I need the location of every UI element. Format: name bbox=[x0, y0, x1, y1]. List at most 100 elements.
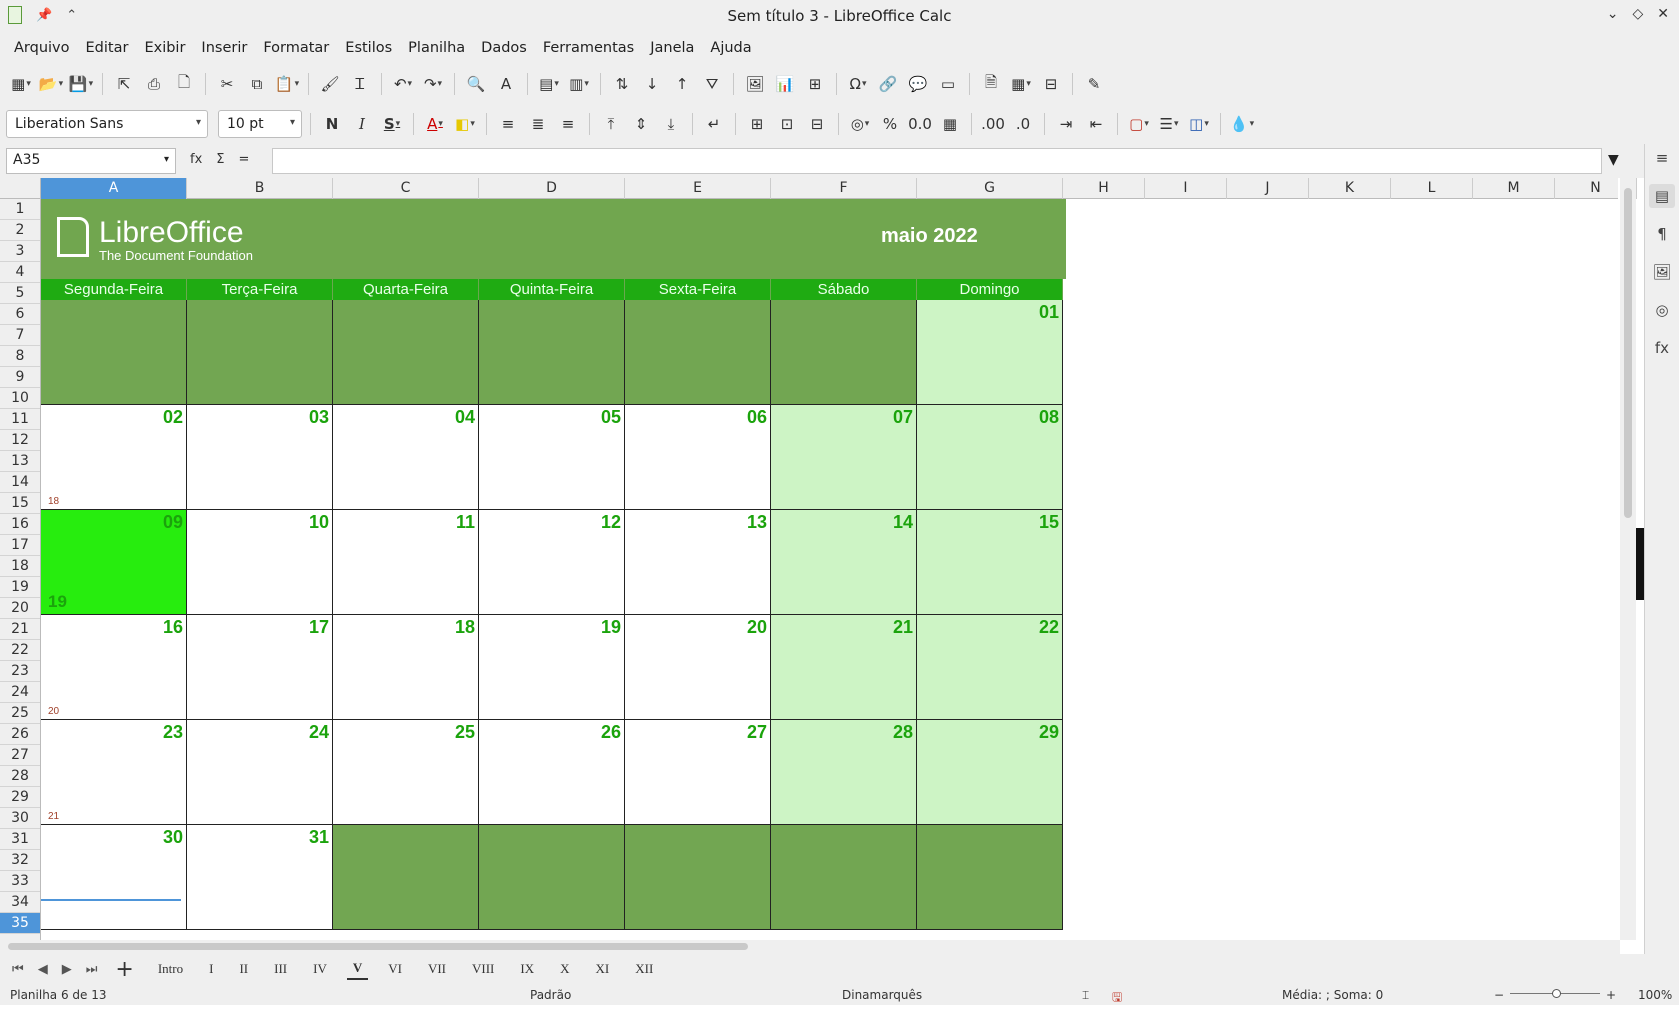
row-header-31[interactable]: 31 bbox=[0, 829, 40, 850]
insert-image-icon[interactable]: 🖼 bbox=[742, 71, 768, 97]
calendar-day-cell[interactable]: 03 bbox=[187, 405, 333, 510]
calendar-day-cell[interactable]: 20 bbox=[625, 615, 771, 720]
save-icon[interactable]: 💾 bbox=[68, 71, 94, 97]
row-header-26[interactable]: 26 bbox=[0, 724, 40, 745]
find-replace-icon[interactable]: 🔍 bbox=[463, 71, 489, 97]
sheet-tab[interactable]: V bbox=[346, 958, 369, 980]
last-sheet-icon[interactable]: ⏭ bbox=[86, 962, 98, 977]
sheet-tab[interactable]: IV bbox=[307, 959, 333, 979]
cut-icon[interactable]: ✂ bbox=[214, 71, 240, 97]
increase-indent-icon[interactable]: ⇥ bbox=[1053, 111, 1079, 137]
column-header-e[interactable]: E bbox=[625, 178, 771, 199]
formula-input[interactable] bbox=[272, 148, 1602, 174]
row-header-19[interactable]: 19 bbox=[0, 577, 40, 598]
close-icon[interactable]: ✕ bbox=[1657, 6, 1669, 22]
unmerge-cells-icon[interactable]: ⊟ bbox=[804, 111, 830, 137]
spelling-icon[interactable]: A bbox=[493, 71, 519, 97]
sheet-tab[interactable]: XII bbox=[629, 959, 659, 979]
redo-icon[interactable]: ↷ bbox=[420, 71, 446, 97]
column-header-j[interactable]: J bbox=[1227, 178, 1309, 199]
menu-planilha[interactable]: Planilha bbox=[400, 40, 473, 56]
name-box[interactable]: A35 ▾ bbox=[6, 148, 176, 174]
row-header-3[interactable]: 3 bbox=[0, 241, 40, 262]
styles-icon[interactable]: ¶ bbox=[1649, 222, 1675, 246]
scroll-thumb[interactable] bbox=[1624, 188, 1632, 518]
properties-icon[interactable]: ▤ bbox=[1649, 184, 1675, 208]
spreadsheet-grid[interactable]: LibreOffice The Document Foundation maio… bbox=[41, 199, 1618, 940]
calendar-day-cell[interactable]: 08 bbox=[917, 405, 1063, 510]
sheet-tab[interactable]: IX bbox=[514, 959, 540, 979]
menu-ferramentas[interactable]: Ferramentas bbox=[535, 40, 642, 56]
calendar-day-cell[interactable]: 04 bbox=[333, 405, 479, 510]
borders-icon[interactable]: ▢ bbox=[1126, 111, 1152, 137]
copy-icon[interactable]: ⧉ bbox=[244, 71, 270, 97]
select-all-corner[interactable] bbox=[0, 178, 41, 199]
calendar-day-cell[interactable]: 15 bbox=[917, 510, 1063, 615]
sheet-tab[interactable]: VIII bbox=[466, 959, 500, 979]
row-header-23[interactable]: 23 bbox=[0, 661, 40, 682]
add-sheet-icon[interactable]: + bbox=[115, 957, 133, 982]
row-header-21[interactable]: 21 bbox=[0, 619, 40, 640]
show-draw-functions-icon[interactable]: ✎ bbox=[1081, 71, 1107, 97]
column-header-c[interactable]: C bbox=[333, 178, 479, 199]
sheet-tab[interactable]: II bbox=[233, 959, 254, 979]
calendar-empty-cell[interactable] bbox=[187, 300, 333, 405]
menu-editar[interactable]: Editar bbox=[78, 40, 137, 56]
calendar-day-cell[interactable]: 24 bbox=[187, 720, 333, 825]
column-header-f[interactable]: F bbox=[771, 178, 917, 199]
calendar-day-cell[interactable]: 23 21 bbox=[41, 720, 187, 825]
calendar-day-cell[interactable]: 14 bbox=[771, 510, 917, 615]
calendar-empty-cell[interactable] bbox=[625, 300, 771, 405]
sheet-tab[interactable]: VII bbox=[422, 959, 452, 979]
calendar-empty-cell[interactable] bbox=[479, 300, 625, 405]
calendar-day-cell[interactable]: 11 bbox=[333, 510, 479, 615]
column-header-m[interactable]: M bbox=[1473, 178, 1555, 199]
gallery-icon[interactable]: 🖼 bbox=[1649, 260, 1675, 284]
sidebar-collapse-handle[interactable] bbox=[1636, 528, 1644, 600]
print-icon[interactable]: ⎙ bbox=[141, 71, 167, 97]
merge-cells-icon[interactable]: ⊡ bbox=[774, 111, 800, 137]
calendar-day-cell[interactable]: 31 bbox=[187, 825, 333, 930]
calendar-empty-cell[interactable] bbox=[41, 300, 187, 405]
menu-dados[interactable]: Dados bbox=[473, 40, 535, 56]
row-header-28[interactable]: 28 bbox=[0, 766, 40, 787]
add-decimal-icon[interactable]: .00 bbox=[980, 111, 1006, 137]
border-style-icon[interactable]: ☰ bbox=[1156, 111, 1182, 137]
selection-mode-icon[interactable]: ⌶ bbox=[1082, 988, 1089, 1003]
merge-center-icon[interactable]: ⊞ bbox=[744, 111, 770, 137]
sheet-tab[interactable]: XI bbox=[590, 959, 616, 979]
calendar-day-cell[interactable]: 02 18 bbox=[41, 405, 187, 510]
split-window-icon[interactable]: ⊟ bbox=[1038, 71, 1064, 97]
row-header-5[interactable]: 5 bbox=[0, 283, 40, 304]
column-header-k[interactable]: K bbox=[1309, 178, 1391, 199]
row-header-24[interactable]: 24 bbox=[0, 682, 40, 703]
calendar-day-cell[interactable]: 16 20 bbox=[41, 615, 187, 720]
vertical-scrollbar[interactable] bbox=[1620, 178, 1636, 940]
first-sheet-icon[interactable]: ⏮ bbox=[12, 962, 24, 977]
column-header-h[interactable]: H bbox=[1063, 178, 1145, 199]
row-header-30[interactable]: 30 bbox=[0, 808, 40, 829]
zoom-out-icon[interactable]: − bbox=[1494, 988, 1504, 1002]
formula-icon[interactable]: = bbox=[239, 152, 250, 167]
row-header-4[interactable]: 4 bbox=[0, 262, 40, 283]
align-left-icon[interactable]: ≡ bbox=[495, 111, 521, 137]
calendar-empty-cell[interactable] bbox=[333, 825, 479, 930]
calendar-day-cell[interactable]: 22 bbox=[917, 615, 1063, 720]
freeze-rows-columns-icon[interactable]: ▦ bbox=[1008, 71, 1034, 97]
undo-icon[interactable]: ↶ bbox=[390, 71, 416, 97]
italic-button[interactable]: I bbox=[349, 111, 375, 137]
insert-chart-icon[interactable]: 📊 bbox=[772, 71, 798, 97]
row-header-9[interactable]: 9 bbox=[0, 367, 40, 388]
row-header-7[interactable]: 7 bbox=[0, 325, 40, 346]
bold-button[interactable]: N bbox=[319, 111, 345, 137]
font-size-box[interactable]: 10 pt ▾ bbox=[218, 110, 302, 138]
calendar-day-cell[interactable]: 07 bbox=[771, 405, 917, 510]
sheet-tab[interactable]: Intro bbox=[152, 959, 189, 979]
row-header-29[interactable]: 29 bbox=[0, 787, 40, 808]
font-color-icon[interactable]: A bbox=[422, 111, 448, 137]
menu-exibir[interactable]: Exibir bbox=[136, 40, 193, 56]
calendar-empty-cell[interactable] bbox=[479, 825, 625, 930]
new-icon[interactable]: ▦ bbox=[8, 71, 34, 97]
zoom-slider-knob[interactable] bbox=[1552, 989, 1561, 998]
number-format-icon[interactable]: 0.0 bbox=[907, 111, 933, 137]
